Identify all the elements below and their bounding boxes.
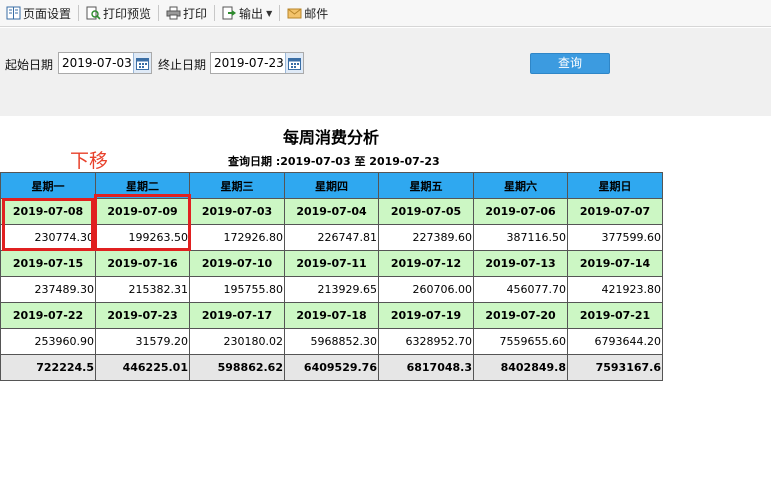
value-cell: 253960.90 [0,328,96,355]
total-cell: 8402849.8 [473,354,568,381]
calendar-icon[interactable] [285,53,303,73]
report-area: 每周消费分析 下移 查询日期 :2019-07-03 至 2019-07-23 … [0,116,771,487]
value-row: 237489.30 215382.31 195755.80 213929.65 2607… [0,276,663,303]
column-header: 星期一 [0,172,96,199]
date-cell: 2019-07-15 [0,250,96,277]
date-cell: 2019-07-19 [378,302,474,329]
value-cell: 6328952.70 [378,328,474,355]
value-cell: 456077.70 [473,276,568,303]
toolbar-divider [78,5,80,21]
total-cell: 7593167.6 [567,354,663,381]
date-cell: 2019-07-17 [189,302,285,329]
date-cell: 2019-07-03 [189,198,285,225]
date-cell: 2019-07-06 [473,198,568,225]
range-to: 至 [354,155,366,168]
printer-icon [166,6,181,20]
filter-panel: 起始日期 2019-07-03 终止日期 2019-07-23 查询 [0,28,771,144]
highlight-box [94,194,191,251]
mail-icon [287,8,302,19]
value-cell: 237489.30 [0,276,96,303]
date-cell: 2019-07-18 [284,302,379,329]
value-cell: 421923.80 [567,276,663,303]
value-cell: 5968852.30 [284,328,379,355]
print-label: 打印 [183,6,208,21]
range-end: 2019-07-23 [369,155,440,168]
total-cell: 446225.01 [95,354,190,381]
value-cell: 172926.80 [189,224,285,251]
date-cell: 2019-07-12 [378,250,474,277]
export-label: 输出 [239,6,264,21]
highlight-box [2,198,94,251]
chevron-down-icon: ▼ [266,8,273,18]
value-cell: 260706.00 [378,276,474,303]
column-header: 星期五 [378,172,474,199]
start-date-value[interactable]: 2019-07-03 [59,53,133,73]
value-cell: 215382.31 [95,276,190,303]
total-cell: 722224.5 [0,354,96,381]
value-cell: 387116.50 [473,224,568,251]
value-cell: 227389.60 [378,224,474,251]
date-cell: 2019-07-13 [473,250,568,277]
total-cell: 6817048.3 [378,354,474,381]
value-cell: 6793644.20 [567,328,663,355]
date-cell: 2019-07-07 [567,198,663,225]
date-cell: 2019-07-23 [95,302,190,329]
column-header: 星期六 [473,172,568,199]
value-cell: 31579.20 [95,328,190,355]
print-preview-button[interactable]: 打印预览 [83,2,154,24]
calendar-icon[interactable] [133,53,151,73]
date-cell: 2019-07-11 [284,250,379,277]
print-preview-icon [86,6,101,20]
end-date-field[interactable]: 2019-07-23 [210,52,304,74]
toolbar: 页面设置 打印预览 打印 输出 ▼ 邮件 [0,0,771,27]
query-button[interactable]: 查询 [530,53,610,74]
export-button[interactable]: 输出 ▼ [219,2,275,24]
end-date-label: 终止日期 [158,58,207,72]
date-row: 2019-07-22 2019-07-23 2019-07-17 2019-07-18… [0,302,663,329]
start-date-label: 起始日期 [5,58,54,72]
total-cell: 6409529.76 [284,354,379,381]
toolbar-divider [279,5,281,21]
date-cell: 2019-07-16 [95,250,190,277]
date-cell: 2019-07-20 [473,302,568,329]
report-title: 每周消费分析 [282,128,379,147]
mail-label: 邮件 [304,6,329,21]
value-cell: 7559655.60 [473,328,568,355]
toolbar-divider [158,5,160,21]
end-date-value[interactable]: 2019-07-23 [211,53,285,73]
start-date-field[interactable]: 2019-07-03 [58,52,152,74]
print-preview-label: 打印预览 [103,6,152,21]
value-cell: 213929.65 [284,276,379,303]
column-header: 星期三 [189,172,285,199]
date-row: 2019-07-15 2019-07-16 2019-07-10 2019-07-11… [0,250,663,277]
annotation-text: 下移 [70,150,109,172]
total-row: 722224.5 446225.01 598862.62 6409529.76 6817… [0,354,663,381]
query-date-label: 查询日期 : [228,155,281,168]
page-setup-icon [6,6,21,20]
date-cell: 2019-07-05 [378,198,474,225]
total-cell: 598862.62 [189,354,285,381]
value-cell: 377599.60 [567,224,663,251]
column-header: 星期四 [284,172,379,199]
date-cell: 2019-07-21 [567,302,663,329]
value-row: 253960.90 31579.20 230180.02 5968852.30 6328… [0,328,663,355]
page-setup-label: 页面设置 [23,6,72,21]
toolbar-divider [214,5,216,21]
query-date-range: 查询日期 :2019-07-03 至 2019-07-23 [228,153,440,169]
value-cell: 195755.80 [189,276,285,303]
page-setup-button[interactable]: 页面设置 [3,2,74,24]
value-cell: 230180.02 [189,328,285,355]
date-cell: 2019-07-22 [0,302,96,329]
value-cell: 226747.81 [284,224,379,251]
export-icon [222,6,237,20]
date-cell: 2019-07-04 [284,198,379,225]
print-button[interactable]: 打印 [163,2,210,24]
date-cell: 2019-07-10 [189,250,285,277]
range-start: 2019-07-03 [280,155,351,168]
date-cell: 2019-07-14 [567,250,663,277]
mail-button[interactable]: 邮件 [284,2,331,24]
column-header: 星期日 [567,172,663,199]
